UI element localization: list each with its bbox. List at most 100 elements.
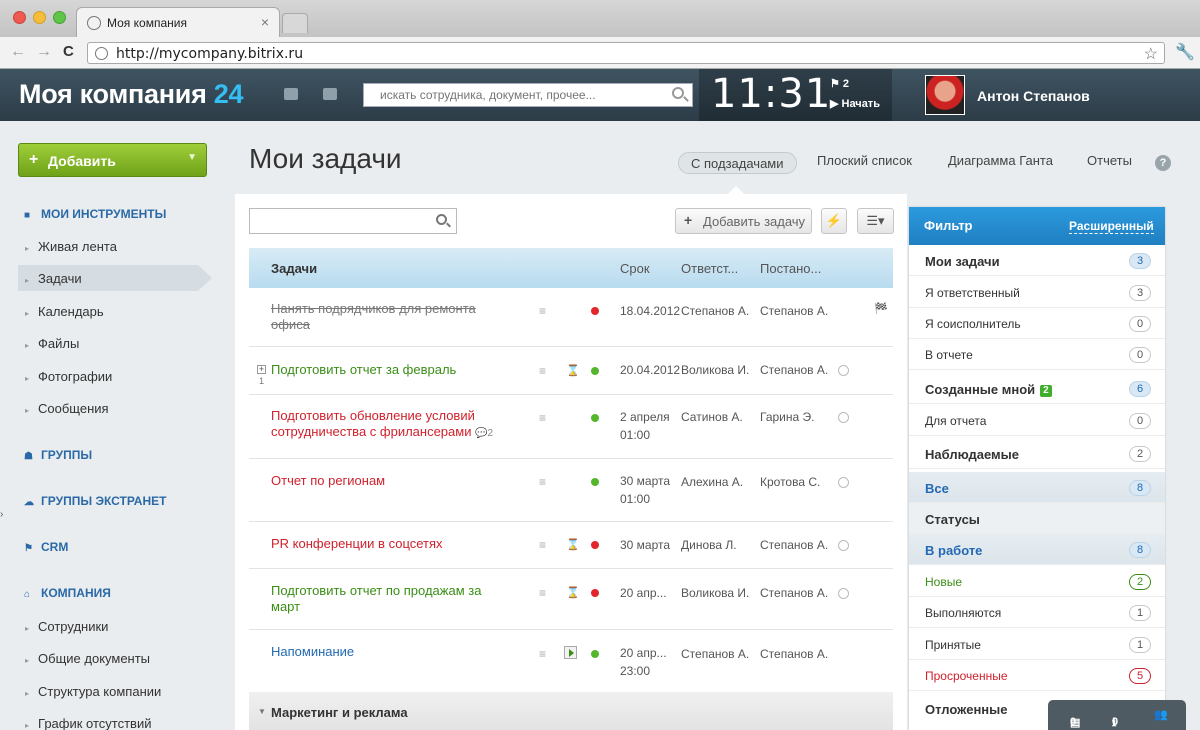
task-title[interactable]: Подготовить отчет по продажам за март — [271, 583, 506, 615]
sidebar-item-calendar[interactable]: ▸ Календарь — [25, 304, 104, 319]
filter-item-in-report[interactable]: В отчете 0 — [909, 339, 1165, 370]
filter-item-all[interactable]: Все 8 — [909, 472, 1165, 503]
window-minimize-button[interactable] — [33, 11, 46, 24]
filter-item-overdue[interactable]: Просроченные 5 — [909, 660, 1165, 691]
expand-subtasks-icon[interactable]: + — [257, 365, 266, 374]
complete-task-circle[interactable] — [838, 477, 849, 488]
filter-item-in-progress[interactable]: В работе 8 — [909, 534, 1165, 565]
tasks-flag-count[interactable]: ⚑ 2 — [830, 77, 849, 90]
table-row[interactable]: Нанять подрядчиков для ремонта офиса ≡ 1… — [249, 288, 893, 347]
global-search-input[interactable] — [364, 84, 654, 106]
sidebar-item-messages[interactable]: ▸ Сообщения — [25, 401, 109, 416]
sidebar-collapse-icon[interactable]: › — [0, 509, 3, 520]
star-bookmark-icon[interactable]: ☆ — [1144, 44, 1158, 64]
task-creator[interactable]: Степанов А. — [760, 538, 828, 552]
tab-flat-list[interactable]: Плоский список — [817, 153, 912, 168]
table-row[interactable]: Отчет по регионам ≡ 30 марта 01:00 Алехин… — [249, 459, 893, 522]
menu-icon[interactable]: ≡ — [539, 364, 546, 378]
help-icon[interactable]: ? — [1155, 155, 1171, 171]
task-responsible[interactable]: Алехина А. — [681, 475, 743, 489]
chat-icon[interactable] — [284, 88, 298, 100]
task-title[interactable]: Отчет по регионам — [271, 473, 506, 489]
task-group-row[interactable]: ▼ Маркетинг и реклама — [249, 692, 893, 730]
advanced-filter-link[interactable]: Расширенный — [1069, 219, 1154, 234]
new-tab-button[interactable] — [282, 13, 308, 33]
column-header-title[interactable]: Задачи — [271, 261, 317, 276]
filter-item-accepted[interactable]: Принятые 1 — [909, 629, 1165, 660]
task-creator[interactable]: Степанов А. — [760, 304, 828, 318]
column-header-creator[interactable]: Постано... — [760, 261, 821, 276]
task-creator[interactable]: Гарина Э. — [760, 410, 814, 424]
wrench-icon[interactable]: 🔧 — [1175, 42, 1195, 62]
sidebar-item-photos[interactable]: ▸ Фотографии — [25, 369, 112, 384]
sidebar-item-files[interactable]: ▸ Файлы — [25, 336, 79, 351]
table-row[interactable]: + 1 Подготовить отчет за февраль ≡ ⌛ 20.… — [249, 347, 893, 395]
reload-icon[interactable]: C — [63, 43, 74, 60]
tab-with-subtasks[interactable]: С подзадачами — [678, 152, 797, 174]
sidebar-item-employees[interactable]: ▸ Сотрудники — [25, 619, 108, 634]
sidebar-item-live-feed[interactable]: ▸ Живая лента — [25, 239, 117, 254]
sidebar-item-tasks[interactable]: ▸ Задачи — [25, 271, 82, 286]
filter-item-for-report[interactable]: Для отчета 0 — [909, 405, 1165, 436]
task-responsible[interactable]: Воликова И. — [681, 363, 749, 377]
tab-reports[interactable]: Отчеты — [1087, 153, 1132, 168]
search-icon[interactable] — [436, 214, 447, 225]
task-responsible[interactable]: Степанов А. — [681, 647, 749, 661]
window-close-button[interactable] — [13, 11, 26, 24]
menu-icon[interactable]: ≡ — [539, 411, 546, 425]
menu-icon[interactable]: ≡ — [539, 586, 546, 600]
task-creator[interactable]: Степанов А. — [760, 586, 828, 600]
menu-icon[interactable]: ≡ — [539, 475, 546, 489]
quick-task-button[interactable]: ⚡ — [821, 208, 847, 234]
close-tab-icon[interactable]: × — [261, 14, 269, 30]
search-icon[interactable] — [672, 87, 684, 99]
collapse-triangle-icon[interactable]: ▼ — [258, 707, 266, 716]
filter-item-running[interactable]: Выполняются 1 — [909, 597, 1165, 628]
forward-arrow-icon[interactable]: → — [36, 43, 52, 61]
back-arrow-icon[interactable]: ← — [10, 43, 26, 61]
filter-item-new[interactable]: Новые 2 — [909, 566, 1165, 597]
table-row[interactable]: PR конференции в соцсетях ≡ ⌛ 30 марта Д… — [249, 522, 893, 569]
sidebar-item-absence[interactable]: ▸ График отсутствий — [25, 716, 152, 730]
filter-item-created-by-me[interactable]: Созданные мной 2 6 — [909, 373, 1165, 404]
sidebar-section-company[interactable]: ⌂ КОМПАНИЯ — [24, 586, 111, 600]
menu-icon[interactable]: ≡ — [539, 304, 546, 318]
window-zoom-button[interactable] — [53, 11, 66, 24]
sidebar-item-documents[interactable]: ▸ Общие документы — [25, 651, 150, 666]
task-responsible[interactable]: Сатинов А. — [681, 410, 743, 424]
sidebar-section-groups[interactable]: ☗ ГРУППЫ — [24, 448, 92, 462]
start-task-icon[interactable] — [564, 646, 577, 659]
task-title[interactable]: Подготовить обновление условий сотруднич… — [271, 408, 506, 442]
sidebar-section-crm[interactable]: ⚑ CRM — [24, 540, 68, 554]
contacts-icon[interactable]: 👥 — [1154, 708, 1168, 721]
task-title[interactable]: PR конференции в соцсетях — [271, 536, 506, 552]
avatar[interactable] — [925, 75, 965, 115]
task-responsible[interactable]: Динова Л. — [681, 538, 737, 552]
task-creator[interactable]: Степанов А. — [760, 647, 828, 661]
task-title[interactable]: Нанять подрядчиков для ремонта офиса — [271, 301, 506, 333]
add-task-button[interactable]: + Добавить задачу — [675, 208, 812, 234]
task-search-input[interactable] — [250, 209, 430, 233]
table-row[interactable]: Подготовить обновление условий сотруднич… — [249, 395, 893, 459]
filter-item-my-tasks[interactable]: Мои задачи 3 — [909, 245, 1165, 276]
start-workday-button[interactable]: ▶ Начать — [830, 97, 880, 110]
sort-menu-button[interactable]: ☰▾ — [857, 208, 894, 234]
filter-item-responsible[interactable]: Я ответственный 3 — [909, 277, 1165, 308]
column-header-deadline[interactable]: Срок — [620, 261, 650, 276]
task-creator[interactable]: Степанов А. — [760, 363, 828, 377]
complete-task-circle[interactable] — [838, 365, 849, 376]
menu-icon[interactable]: ≡ — [539, 538, 546, 552]
task-creator[interactable]: Кротова С. — [760, 475, 820, 489]
table-row[interactable]: Подготовить отчет по продажам за март ≡ … — [249, 569, 893, 630]
sidebar-item-structure[interactable]: ▸ Структура компании — [25, 684, 161, 699]
table-row[interactable]: Напоминание ≡ 20 апр... 23:00 Степанов А.… — [249, 630, 893, 692]
tab-gantt[interactable]: Диаграмма Ганта — [948, 153, 1053, 168]
sidebar-section-tools[interactable]: ■ МОИ ИНСТРУМЕНТЫ — [24, 207, 166, 221]
task-title[interactable]: Подготовить отчет за февраль — [271, 362, 506, 378]
task-title[interactable]: Напоминание — [271, 644, 506, 660]
filter-item-watched[interactable]: Наблюдаемые 2 — [909, 438, 1165, 469]
add-button[interactable]: + Добавить ▼ — [18, 143, 207, 177]
browser-tab[interactable]: Моя компания × — [76, 7, 280, 37]
menu-icon[interactable]: ≡ — [539, 647, 546, 661]
timeman-widget[interactable]: 11:31 ⚑ 2 ▶ Начать — [699, 69, 892, 121]
